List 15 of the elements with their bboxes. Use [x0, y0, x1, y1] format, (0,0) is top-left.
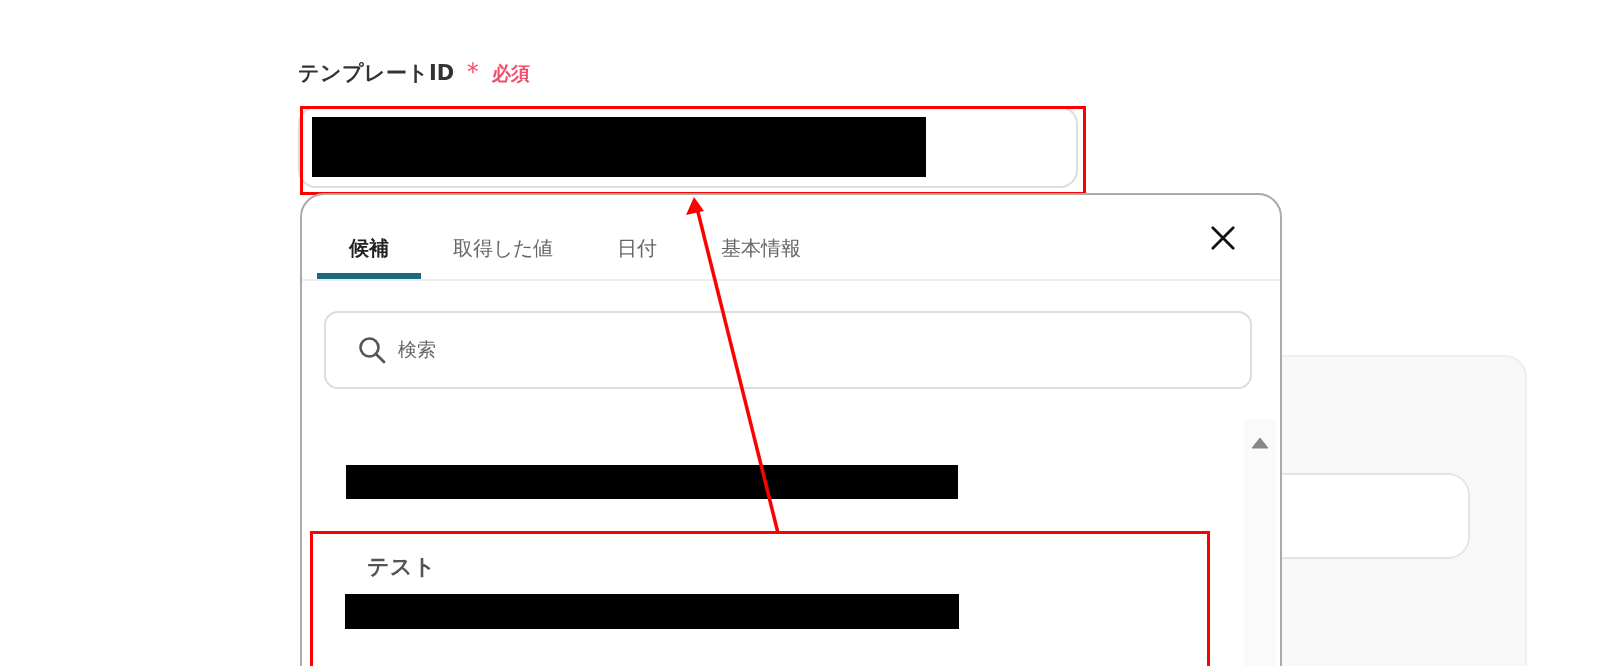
field-label: テンプレートID — [298, 60, 455, 87]
tab[interactable]: 基本情報 — [689, 195, 833, 279]
close-icon[interactable] — [1210, 225, 1236, 251]
required-mark: ＊ — [460, 55, 487, 88]
scrollbar[interactable] — [1244, 419, 1276, 666]
search-placeholder: 検索 — [398, 337, 436, 362]
item-title: テスト — [367, 553, 437, 581]
tab[interactable]: 日付 — [585, 195, 689, 279]
list-item-highlighted[interactable]: テスト — [310, 531, 1210, 666]
tab[interactable]: 候補 — [317, 195, 421, 279]
required-label: 必須 — [492, 61, 531, 86]
scroll-up-icon[interactable] — [1251, 437, 1269, 449]
search-icon — [358, 336, 386, 364]
tab[interactable]: 取得した値 — [421, 195, 585, 279]
search-field[interactable]: 検索 — [324, 311, 1252, 389]
